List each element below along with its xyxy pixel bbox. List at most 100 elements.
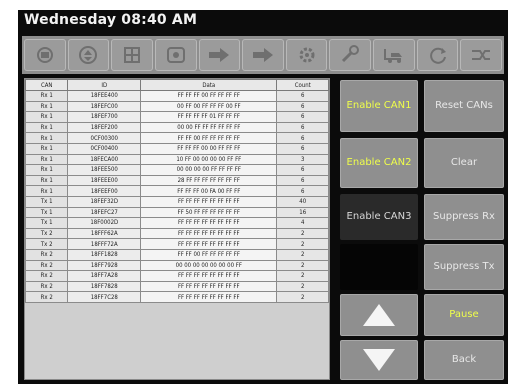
refresh-button[interactable]: [416, 39, 459, 71]
count-cell: 6: [276, 132, 329, 144]
column-header-can: CAN: [24, 79, 69, 91]
id-cell: 18FF7A28: [67, 270, 142, 282]
data-cell: FF FF FF FF FF FF FF FF: [140, 280, 278, 293]
refresh-icon: [429, 47, 446, 64]
can-cell: Rx 2: [24, 280, 69, 293]
wrench-icon: [342, 45, 360, 63]
can-cell: Rx 2: [24, 248, 69, 261]
can-cell: Rx 1: [24, 142, 69, 155]
grid-icon: [124, 47, 141, 63]
pause-button[interactable]: Pause: [424, 294, 504, 336]
can-cell: Tx 1: [24, 217, 69, 229]
forward-button-2[interactable]: [242, 39, 284, 71]
table-row: Rx 1 18FEF200 00 00 FF FF FF FF FF FF 6: [24, 121, 329, 134]
count-cell: 6: [276, 100, 329, 113]
data-cell: FF FF FF FF 01 FF FF FF: [140, 111, 278, 123]
count-cell: 6: [276, 185, 329, 197]
data-cell: FF FF FF 00 FF FF FF FF: [140, 90, 278, 102]
suppress-rx-button[interactable]: Suppress Rx: [424, 194, 504, 240]
right-arrow-icon: [209, 48, 230, 62]
count-cell: 6: [276, 142, 329, 155]
can-cell: Rx 2: [24, 270, 69, 282]
table-row: Rx 1 18FEEF00 FF FF FF 00 FA 00 FF FF 6: [24, 185, 329, 197]
table-row: Rx 2 18FF7A28 FF FF FF FF FF FF FF FF 2: [24, 270, 329, 282]
can-cell: Tx 2: [24, 227, 69, 240]
data-cell: FF FF FF FF FF FF FF FF: [140, 238, 278, 250]
can-cell: Rx 1: [24, 100, 69, 113]
scroll-up-button[interactable]: [340, 294, 418, 336]
data-cell: 00 00 FF FF FF FF FF FF: [140, 121, 278, 134]
enable-can3-button[interactable]: Enable CAN3: [340, 194, 418, 240]
settings-button[interactable]: [285, 39, 328, 71]
can-message-table: CAN ID Data Count Rx 1 18FEE400 FF FF FF 0…: [24, 78, 330, 380]
reset-cans-button[interactable]: Reset CANs: [424, 80, 504, 132]
count-cell: 2: [276, 280, 329, 293]
data-cell: FF FF FF FF FF FF FF FF: [140, 270, 278, 282]
count-cell: 2: [276, 259, 329, 272]
count-cell: 2: [276, 291, 329, 303]
data-cell: FF FF FF 00 00 FF FF FF: [140, 142, 278, 155]
table-row: Tx 1 18FEFC27 FF 50 FF FF FF FF FF FF 16: [24, 206, 329, 219]
can-cell: Tx 2: [24, 238, 69, 250]
table-row: Tx 2 18FFF72A FF FF FF FF FF FF FF FF 2: [24, 238, 329, 250]
data-cell: FF FF 00 FF FF FF FF FF: [140, 132, 278, 144]
toolbar: [22, 36, 504, 74]
count-cell: 6: [276, 121, 329, 134]
table-row: Rx 2 18FF7C28 FF FF FF FF FF FF FF FF 2: [24, 291, 329, 303]
shuffle-button[interactable]: [460, 39, 503, 71]
table-row: Rx 1 18FECA00 10 FF 00 00 00 00 FF FF 3: [24, 153, 329, 166]
grid-button[interactable]: [111, 39, 153, 71]
count-cell: 6: [276, 164, 329, 176]
wrench-button[interactable]: [329, 39, 372, 71]
count-cell: 16: [276, 206, 329, 219]
data-cell: FF FF FF FF FF FF FF FF: [140, 291, 278, 303]
shuffle-icon: [472, 50, 491, 60]
enable-can2-button[interactable]: Enable CAN2: [340, 138, 418, 188]
can-cell: Rx 2: [24, 291, 69, 303]
back-button[interactable]: Back: [424, 340, 504, 380]
can-cell: Rx 1: [24, 164, 69, 176]
id-cell: 18FF7828: [67, 280, 142, 293]
truck-button[interactable]: [373, 39, 415, 71]
arrows-button[interactable]: [67, 39, 110, 71]
suppress-tx-button[interactable]: Suppress Tx: [424, 244, 504, 290]
empty-slot: [340, 244, 418, 290]
data-cell: FF FF FF FF FF FF FF FF: [140, 195, 278, 208]
table-row: Rx 2 18FF1828 FF FF 00 FF FF FF FF FF 2: [24, 248, 329, 261]
id-cell: 18FEE500: [67, 164, 142, 176]
table-row: Tx 1 18F0002D FF FF FF FF FF FF FF FF 4: [24, 217, 329, 229]
enable-can1-button[interactable]: Enable CAN1: [340, 80, 418, 132]
id-cell: 18FF1828: [67, 248, 142, 261]
table-row: Rx 1 0CF00300 FF FF 00 FF FF FF FF FF 6: [24, 132, 329, 144]
id-cell: 18FEEF00: [67, 185, 142, 197]
engine-button[interactable]: [154, 39, 197, 71]
count-cell: 6: [276, 111, 329, 123]
date-time-title: Wednesday 08:40 AM: [24, 12, 198, 28]
id-cell: 18FFF72A: [67, 238, 142, 250]
can-cell: Rx 2: [24, 259, 69, 272]
id-cell: 0CF00400: [67, 142, 142, 155]
id-cell: 18FEF700: [67, 111, 142, 123]
can-cell: Rx 1: [24, 90, 69, 102]
can-cell: Rx 1: [24, 132, 69, 144]
id-cell: 18FEE400: [67, 90, 142, 102]
can-cell: Tx 1: [24, 206, 69, 219]
can-cell: Rx 1: [24, 153, 69, 166]
clear-button[interactable]: Clear: [424, 138, 504, 188]
id-cell: 18FFF62A: [67, 227, 142, 240]
id-cell: 18FECA00: [67, 153, 142, 166]
column-header-data: Data: [140, 79, 278, 91]
scroll-down-button[interactable]: [340, 340, 418, 380]
data-cell: FF 50 FF FF FF FF FF FF: [140, 206, 278, 219]
data-cell: FF FF 00 FF FF FF FF FF: [140, 248, 278, 261]
count-cell: 2: [276, 227, 329, 240]
forward-button[interactable]: [198, 39, 241, 71]
id-cell: 0CF00300: [67, 132, 142, 144]
id-cell: 18FEFC00: [67, 100, 142, 113]
data-cell: 00 FF 00 FF FF FF 00 FF: [140, 100, 278, 113]
table-row: Tx 2 18FFF62A FF FF FF FF FF FF FF FF 2: [24, 227, 329, 240]
count-cell: 6: [276, 90, 329, 102]
count-cell: 4: [276, 217, 329, 229]
ecu-button[interactable]: [24, 39, 66, 71]
can-cell: Rx 1: [24, 121, 69, 134]
